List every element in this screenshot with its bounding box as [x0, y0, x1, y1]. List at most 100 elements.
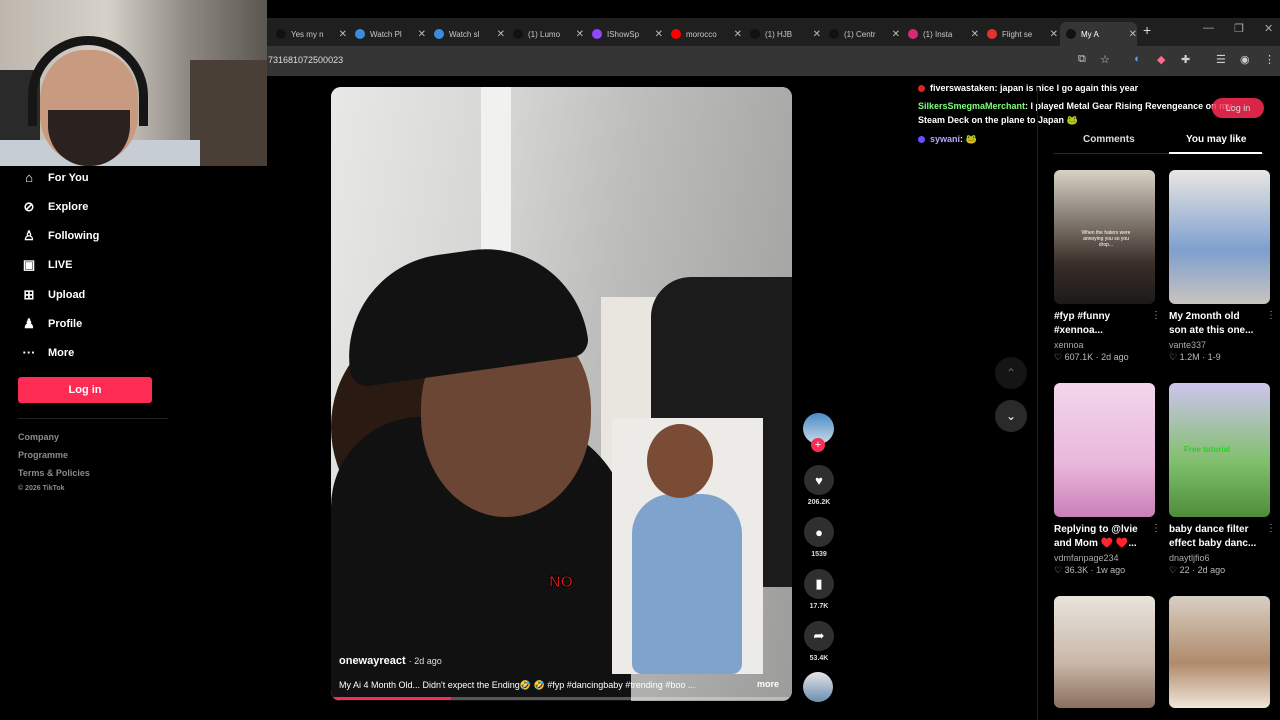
tab-favicon-icon: [355, 29, 365, 39]
video-thumbnail[interactable]: When the haters were annoying you so you…: [1054, 170, 1155, 304]
extension-icon[interactable]: ◆: [1157, 53, 1165, 66]
card-title-line2[interactable]: son ate this one...: [1169, 324, 1261, 338]
menu-icon[interactable]: ⋮: [1264, 53, 1275, 66]
sidebar-item-explore[interactable]: ⊘ Explore: [20, 199, 89, 215]
browser-tab[interactable]: IShowSp ✕: [586, 22, 663, 46]
person-icon: ♟: [23, 316, 35, 331]
sidebar-item-live[interactable]: ▣ LIVE: [20, 257, 73, 273]
card-author[interactable]: xennoa: [1054, 340, 1155, 350]
tab-close-icon[interactable]: ✕: [576, 29, 584, 40]
video-author[interactable]: onewayreact · 2d ago: [339, 655, 442, 667]
card-title-line2[interactable]: #xennoa...: [1054, 324, 1146, 338]
url-text[interactable]: 731681072500023: [268, 55, 343, 65]
video-caption: My Ai 4 Month Old... Didn't expect the E…: [339, 680, 696, 690]
tab-close-icon[interactable]: ✕: [813, 29, 821, 40]
recommended-video-card[interactable]: Replying to @lvie and Mom ♥️ ♥️... vdmfa…: [1054, 383, 1161, 576]
save-button[interactable]: ▮ 17.7K: [803, 569, 835, 610]
browser-tab[interactable]: morocco ✕: [665, 22, 742, 46]
tab-close-icon[interactable]: ✕: [1050, 29, 1058, 40]
card-menu-icon[interactable]: ⋮: [1266, 310, 1276, 321]
bookmark-star-icon[interactable]: ☆: [1100, 53, 1110, 66]
browser-tab[interactable]: Yes my n ✕: [270, 22, 347, 46]
browser-tab[interactable]: Watch Pl ✕: [349, 22, 426, 46]
browser-tab[interactable]: Watch sl ✕: [428, 22, 505, 46]
card-menu-icon[interactable]: ⋮: [1151, 523, 1161, 534]
tab-close-icon[interactable]: ✕: [892, 29, 900, 40]
card-title[interactable]: #fyp #funny: [1054, 310, 1146, 324]
chat-badge-icon: [918, 136, 925, 144]
video-thumbnail[interactable]: [1169, 596, 1270, 708]
sidebar-item-more[interactable]: ··· More: [20, 345, 75, 360]
browser-tab[interactable]: (1) Insta ✕: [902, 22, 979, 46]
like-button[interactable]: ♥ 206.2K: [803, 465, 835, 506]
card-title[interactable]: My 2month old: [1169, 310, 1261, 324]
tab-close-icon[interactable]: ✕: [971, 29, 979, 40]
card-title-line2[interactable]: effect baby danc...: [1169, 537, 1261, 551]
recommended-video-card[interactable]: [1169, 596, 1270, 708]
maximize-icon[interactable]: ❐: [1234, 22, 1244, 35]
user-follow-icon: ♙: [23, 228, 35, 243]
video-player[interactable]: NO onewayreact · 2d ago My Ai 4 Month Ol…: [331, 87, 792, 701]
video-thumbnail[interactable]: [1054, 596, 1155, 708]
follow-plus-icon[interactable]: +: [811, 438, 825, 452]
caption-more-link[interactable]: more: [757, 679, 779, 689]
tab-label: Watch sl: [449, 29, 480, 39]
browser-tab[interactable]: (1) HJB ✕: [744, 22, 821, 46]
footer-terms-link[interactable]: Terms & Policies: [18, 468, 90, 478]
close-window-icon[interactable]: ✕: [1264, 22, 1273, 35]
tab-you-may-like[interactable]: You may like: [1186, 134, 1246, 145]
browser-tab[interactable]: (1) Centr ✕: [823, 22, 900, 46]
previous-video-button[interactable]: ⌃: [995, 357, 1027, 389]
comment-button[interactable]: ● 1539: [803, 517, 835, 558]
share-arrow-icon: ➦: [804, 621, 834, 651]
tab-close-icon[interactable]: ✕: [497, 29, 505, 40]
video-thumbnail[interactable]: Free tutorial: [1169, 383, 1270, 517]
next-video-button[interactable]: ⌄: [995, 400, 1027, 432]
sidebar-item-profile[interactable]: ♟ Profile: [20, 316, 82, 332]
recommended-video-card[interactable]: When the haters were annoying you so you…: [1054, 170, 1161, 363]
cast-icon[interactable]: ⧉: [1078, 53, 1086, 66]
header-login-button[interactable]: Log in: [1212, 98, 1264, 118]
browser-tab[interactable]: Flight se ✕: [981, 22, 1058, 46]
tab-comments[interactable]: Comments: [1083, 134, 1135, 145]
browser-tab[interactable]: My A ✕: [1060, 22, 1137, 46]
card-title[interactable]: Replying to @lvie: [1054, 523, 1146, 537]
card-menu-icon[interactable]: ⋮: [1151, 310, 1161, 321]
tab-favicon-icon: [1066, 29, 1076, 39]
extension-icon[interactable]: ◖: [1133, 53, 1140, 65]
card-author[interactable]: dnaytljfio6: [1169, 553, 1270, 563]
tab-close-icon[interactable]: ✕: [418, 29, 426, 40]
recommended-video-card[interactable]: [1054, 596, 1155, 708]
footer-programme-link[interactable]: Programme: [18, 450, 68, 460]
profile-icon[interactable]: ◉: [1240, 53, 1250, 66]
tab-close-icon[interactable]: ✕: [339, 29, 347, 40]
card-menu-icon[interactable]: ⋮: [1266, 523, 1276, 534]
sidebar-item-following[interactable]: ♙ Following: [20, 228, 99, 244]
puzzle-icon[interactable]: ✚: [1181, 53, 1190, 66]
video-username[interactable]: onewayreact: [339, 655, 406, 667]
video-thumbnail[interactable]: [1169, 170, 1270, 304]
reading-list-icon[interactable]: ☰: [1216, 53, 1226, 66]
tab-close-icon[interactable]: ✕: [1129, 29, 1137, 40]
tab-close-icon[interactable]: ✕: [655, 29, 663, 40]
tab-close-icon[interactable]: ✕: [734, 29, 742, 40]
share-button[interactable]: ➦ 53.4K: [803, 621, 835, 662]
card-title-line2[interactable]: and Mom ♥️ ♥️...: [1054, 537, 1146, 551]
browser-tab[interactable]: (1) Lumo ✕: [507, 22, 584, 46]
minimize-icon[interactable]: —: [1203, 22, 1214, 34]
card-title[interactable]: baby dance filter: [1169, 523, 1261, 537]
recommended-video-card[interactable]: Free tutorial baby dance filter effect b…: [1169, 383, 1276, 576]
footer-company-link[interactable]: Company: [18, 432, 59, 442]
recommended-video-card[interactable]: My 2month old son ate this one... vante3…: [1169, 170, 1276, 363]
save-count: 17.7K: [809, 603, 829, 610]
new-tab-button[interactable]: +: [1143, 22, 1151, 38]
card-author[interactable]: vante337: [1169, 340, 1270, 350]
music-disc-icon[interactable]: [803, 672, 833, 702]
video-progress-bar[interactable]: [331, 697, 792, 700]
login-button[interactable]: Log in: [18, 377, 152, 403]
video-thumbnail[interactable]: [1054, 383, 1155, 517]
tab-label: Yes my n: [291, 29, 324, 39]
sidebar-item-upload[interactable]: ⊞ Upload: [20, 287, 86, 303]
card-author[interactable]: vdmfanpage234: [1054, 553, 1155, 563]
sidebar-item-for-you[interactable]: ⌂ For You: [20, 170, 88, 185]
